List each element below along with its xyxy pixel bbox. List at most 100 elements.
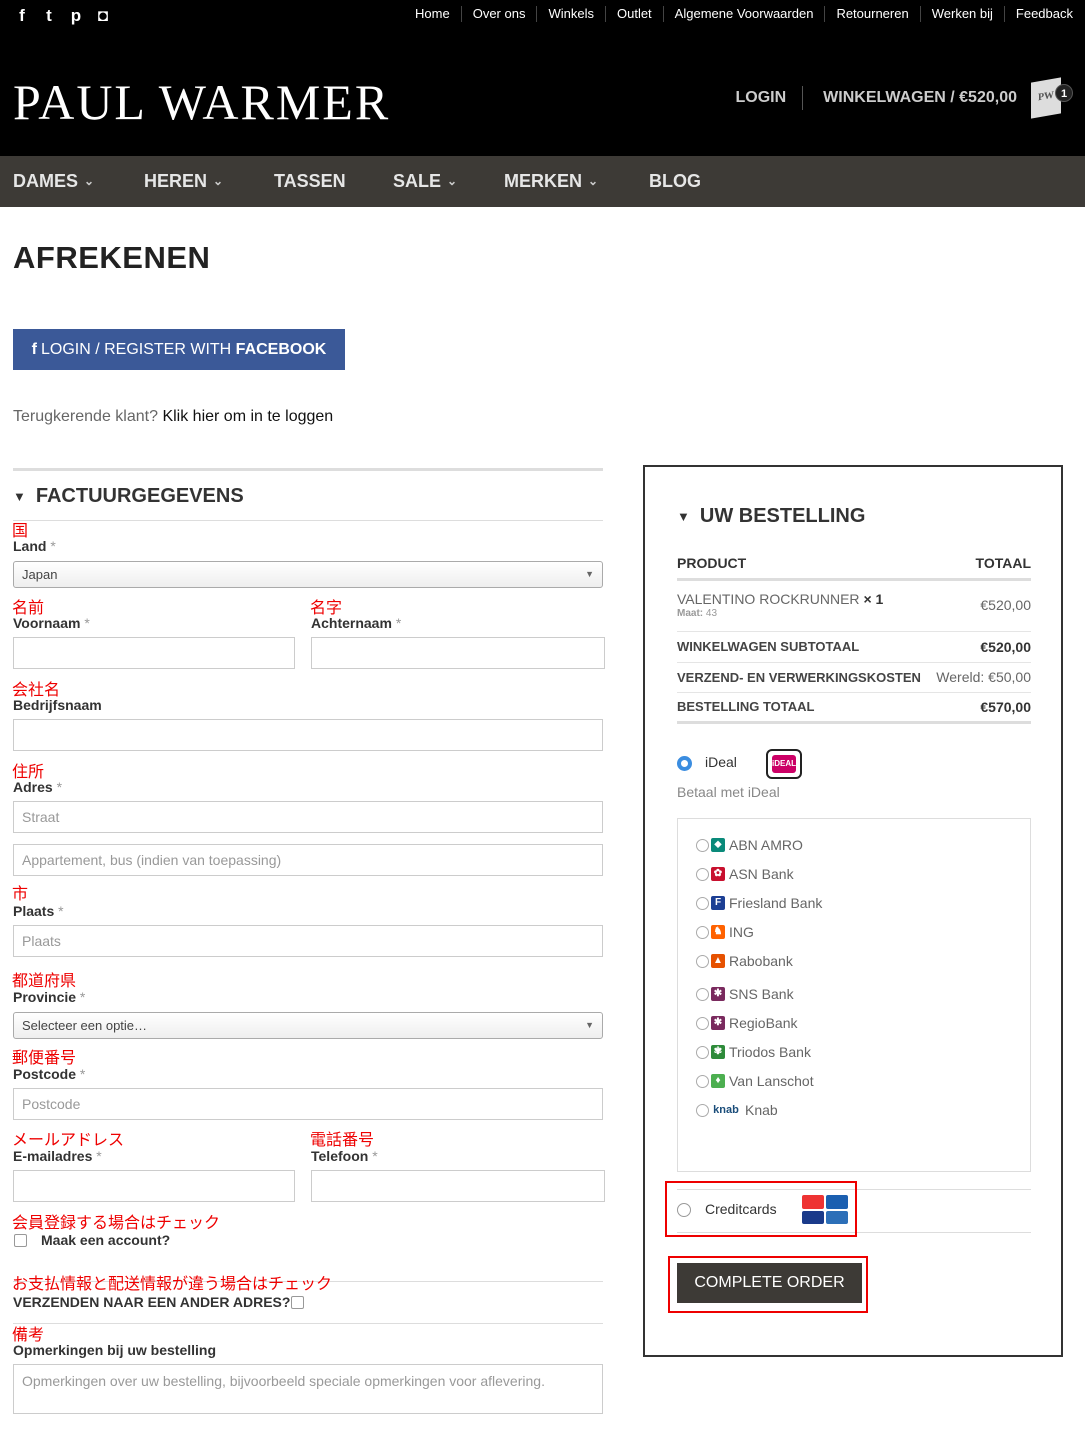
bank-option[interactable]: ✱ RegioBank — [696, 1015, 798, 1031]
bank-name: ING — [729, 924, 754, 940]
top-link-feedback[interactable]: Feedback — [1003, 6, 1073, 22]
chevron-down-icon: ⌄ — [447, 174, 458, 188]
bank-list: ⬥ ABN AMRO ✿ ASN Bank F Friesland Bank ♞ ING ▲ Ra… — [677, 818, 1031, 1172]
order-title: ▼ UW BESTELLING — [677, 505, 865, 528]
facebook-icon[interactable]: f — [13, 6, 31, 26]
divider — [13, 1323, 603, 1324]
subtotal-value: €520,00 — [980, 639, 1031, 655]
ship-different-checkbox[interactable] — [291, 1296, 304, 1309]
billing-title[interactable]: ▼ FACTUURGEGEVENS — [13, 471, 603, 521]
top-links: Home Over ons Winkels Outlet Algemene Voorwa… — [404, 6, 1073, 22]
bank-option[interactable]: ✿ ASN Bank — [696, 866, 794, 882]
nav-item-heren[interactable]: HEREN ⌄ — [144, 156, 223, 207]
ship-different-label: VERZENDEN NAAR EEN ANDER ADRES? — [13, 1294, 291, 1310]
first-name-label: Voornaam * — [13, 615, 90, 631]
van-lanschot-icon: ♦ — [711, 1074, 725, 1088]
sns-bank-icon: ✱ — [711, 987, 725, 1001]
top-link-retourneren[interactable]: Retourneren — [824, 6, 919, 22]
facebook-login-button[interactable]: f LOGIN / REGISTER WITH FACEBOOK — [13, 329, 345, 370]
company-input[interactable] — [13, 719, 603, 751]
login-link[interactable]: LOGIN — [735, 86, 804, 110]
bank-radio[interactable] — [696, 1016, 709, 1030]
jp-note-account: 会員登録する場合はチェック — [12, 1213, 221, 1232]
select-arrow-icon: ▼ — [585, 1020, 594, 1030]
bank-option[interactable]: F Friesland Bank — [696, 895, 822, 911]
complete-order-button[interactable]: COMPLETE ORDER — [677, 1263, 862, 1303]
street-input[interactable]: Straat — [13, 801, 603, 833]
create-account-checkbox[interactable] — [14, 1234, 27, 1247]
nav-item-tassen[interactable]: TASSEN — [274, 156, 346, 207]
chevron-down-icon: ▼ — [13, 489, 26, 504]
nav-item-sale[interactable]: SALE ⌄ — [393, 156, 457, 207]
asn-bank-icon: ✿ — [711, 867, 725, 881]
login-here-link[interactable]: Klik hier om in te loggen — [162, 408, 333, 425]
bank-radio[interactable] — [696, 867, 709, 881]
bank-radio[interactable] — [696, 838, 709, 852]
nav-item-label: MERKEN — [504, 171, 583, 191]
bank-radio[interactable] — [696, 1045, 709, 1059]
jp-note-city: 市 — [12, 884, 29, 903]
bank-name: ASN Bank — [729, 866, 794, 882]
facebook-icon: f — [31, 341, 37, 358]
bank-name: Triodos Bank — [729, 1044, 811, 1060]
bank-option[interactable]: ✾ Triodos Bank — [696, 1044, 811, 1060]
top-link-outlet[interactable]: Outlet — [604, 6, 663, 22]
instagram-icon[interactable]: ◘ — [94, 6, 112, 26]
bank-radio[interactable] — [696, 1074, 709, 1088]
top-link-over-ons[interactable]: Over ons — [460, 6, 537, 22]
bank-radio[interactable] — [696, 925, 709, 939]
subtotal-label: WINKELWAGEN SUBTOTAAL — [677, 639, 860, 654]
cart-icon[interactable]: PW 1 — [1031, 77, 1073, 119]
cart-link[interactable]: WINKELWAGEN / €520,00 — [803, 86, 1017, 110]
order-item-info: VALENTINO ROCKRUNNER × 1 Maat: 43 — [677, 591, 883, 631]
pinterest-icon[interactable]: p — [67, 6, 85, 26]
postcode-input[interactable]: Postcode — [13, 1088, 603, 1120]
nav-item-dames[interactable]: DAMES ⌄ — [13, 156, 94, 207]
phone-input[interactable] — [311, 1170, 605, 1202]
bank-option[interactable]: ♦ Van Lanschot — [696, 1073, 814, 1089]
bank-name: ABN AMRO — [729, 837, 803, 853]
subtotal-row: WINKELWAGEN SUBTOTAAL €520,00 — [677, 632, 1031, 663]
top-link-winkels[interactable]: Winkels — [536, 6, 605, 22]
ideal-label: iDeal — [705, 754, 737, 770]
rabobank-icon: ▲ — [711, 954, 725, 968]
bank-radio[interactable] — [696, 987, 709, 1001]
returning-customer: Terugkerende klant? Klik hier om in te l… — [13, 408, 333, 426]
nav-item-merken[interactable]: MERKEN ⌄ — [504, 156, 598, 207]
highlight-box-creditcards — [665, 1181, 857, 1237]
ideal-radio[interactable] — [677, 756, 692, 771]
triodos-bank-icon: ✾ — [711, 1045, 725, 1059]
province-select[interactable]: Selecteer een optie… ▼ — [13, 1012, 603, 1039]
last-name-input[interactable] — [311, 637, 605, 669]
email-input[interactable] — [13, 1170, 295, 1202]
create-account-label: Maak een account? — [41, 1232, 171, 1248]
twitter-icon[interactable]: t — [40, 6, 58, 26]
apartment-input[interactable]: Appartement, bus (indien van toepassing) — [13, 844, 603, 876]
top-header: f t p ◘ Home Over ons Winkels Outlet Algemene V… — [0, 0, 1085, 156]
top-link-home[interactable]: Home — [404, 6, 461, 22]
bank-option[interactable]: ♞ ING — [696, 924, 754, 940]
country-label: Land * — [13, 538, 56, 554]
bank-radio[interactable] — [696, 896, 709, 910]
bank-option[interactable]: ✱ SNS Bank — [696, 986, 794, 1002]
bank-option[interactable]: knab Knab — [696, 1102, 778, 1118]
bank-radio[interactable] — [696, 954, 709, 968]
ideal-logo-text: iDEAL — [772, 755, 796, 773]
billing-section: ▼ FACTUURGEGEVENS — [13, 468, 603, 521]
last-name-label: Achternaam * — [311, 615, 402, 631]
top-link-algemene-voorwaarden[interactable]: Algemene Voorwaarden — [662, 6, 825, 22]
city-input[interactable]: Plaats — [13, 925, 603, 957]
bank-option[interactable]: ▲ Rabobank — [696, 953, 793, 969]
order-notes-textarea[interactable]: Opmerkingen over uw bestelling, bijvoorb… — [13, 1364, 603, 1414]
bank-radio[interactable] — [696, 1103, 709, 1117]
bank-option[interactable]: ⬥ ABN AMRO — [696, 837, 803, 853]
country-select[interactable]: Japan ▼ — [13, 561, 603, 588]
top-link-werken-bij[interactable]: Werken bij — [919, 6, 1004, 22]
nav-item-label: TASSEN — [274, 171, 346, 191]
bank-name: Van Lanschot — [729, 1073, 814, 1089]
nav-item-blog[interactable]: BLOG — [649, 156, 701, 207]
nav-item-label: HEREN — [144, 171, 208, 191]
site-logo[interactable]: PAUL WARMER — [13, 72, 390, 132]
first-name-input[interactable] — [13, 637, 295, 669]
province-label: Provincie * — [13, 989, 86, 1005]
